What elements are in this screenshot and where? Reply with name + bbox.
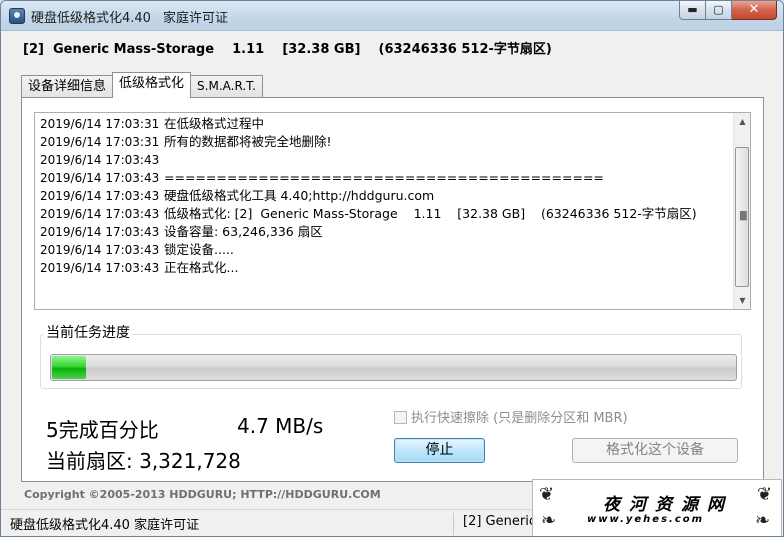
title-bar[interactable]: 硬盘低级格式化4.40 家庭许可证 ▬ ▢ ✕: [1, 1, 783, 31]
close-button[interactable]: ✕: [732, 1, 777, 20]
log-timestamp: 2019/6/14 17:03:43: [40, 207, 160, 221]
log-line: 2019/6/14 17:03:31 所有的数据都将被完全地删除!: [40, 133, 697, 151]
transfer-speed: 4.7 MB/s: [237, 414, 324, 438]
tab-device-details[interactable]: 设备详细信息: [21, 75, 114, 98]
maximize-icon: ▢: [713, 3, 724, 16]
tab-low-level-format[interactable]: 低级格式化: [112, 72, 192, 98]
log-message: 所有的数据都将被完全地删除!: [164, 134, 332, 149]
stop-button[interactable]: 停止: [394, 438, 485, 463]
watermark-overlay: ❦ ❦ ❧ ❧ 夜河资源网 www.yehes.com: [532, 479, 782, 536]
log-timestamp: 2019/6/14 17:03:43: [40, 243, 160, 257]
window-title-app: 硬盘低级格式化4.40: [31, 11, 151, 26]
current-sector: 当前扇区: 3,321,728: [46, 449, 241, 473]
device-info-header: [2] Generic Mass-Storage 1.11 [32.38 GB]…: [23, 42, 552, 57]
log-line: 2019/6/14 17:03:43 正在格式化...: [40, 259, 697, 277]
quick-wipe-label: 执行快速擦除 (只是删除分区和 MBR): [411, 411, 628, 426]
status-divider: [453, 513, 454, 535]
log-line: 2019/6/14 17:03:43 ======================…: [40, 169, 697, 187]
log-message: 设备容量: 63,246,336 扇区: [164, 224, 323, 239]
log-line: 2019/6/14 17:03:43 低级格式化: [2] Generic Mas…: [40, 205, 697, 223]
log-message: 正在格式化...: [164, 260, 239, 275]
ornament-right-bottom-icon: ❧: [755, 510, 771, 531]
minimize-icon: ▬: [687, 3, 698, 16]
ornament-right-top-icon: ❦: [757, 484, 773, 505]
log-message: 在低级格式过程中: [164, 116, 265, 131]
log-timestamp: 2019/6/14 17:03:43: [40, 189, 160, 203]
progress-fill: [52, 356, 87, 379]
scroll-thumb[interactable]: ▬ ▬ ▬: [735, 147, 749, 287]
tab-strip: 设备详细信息 低级格式化 S.M.A.R.T.: [21, 72, 263, 98]
percent-complete: 5完成百分比: [46, 418, 159, 442]
window-title-license: 家庭许可证: [162, 11, 228, 26]
log-line: 2019/6/14 17:03:43 锁定设备.....: [40, 241, 697, 259]
log-message: 低级格式化: [2] Generic Mass-Storage 1.11 [32…: [164, 206, 697, 221]
log-timestamp: 2019/6/14 17:03:43: [40, 225, 160, 239]
minimize-button[interactable]: ▬: [679, 1, 706, 20]
log-line: 2019/6/14 17:03:43 硬盘低级格式化工具 4.40;http://…: [40, 187, 697, 205]
scroll-grip-icon: ▬ ▬ ▬: [739, 208, 748, 224]
log-timestamp: 2019/6/14 17:03:43: [40, 171, 160, 185]
window-title: 硬盘低级格式化4.40 家庭许可证: [31, 7, 228, 26]
hdd-app-icon: [9, 8, 25, 24]
log-line: 2019/6/14 17:03:31 在低级格式过程中: [40, 115, 697, 133]
log-line: 2019/6/14 17:03:43: [40, 151, 697, 169]
ornament-left-top-icon: ❦: [539, 484, 555, 505]
copyright-text: Copyright ©2005-2013 HDDGURU; HTTP://HDD…: [24, 488, 381, 501]
app-window: 硬盘低级格式化4.40 家庭许可证 ▬ ▢ ✕ [2] Generic Mass-…: [0, 0, 784, 537]
status-app-license: 硬盘低级格式化4.40 家庭许可证: [10, 518, 200, 533]
close-icon: ✕: [748, 2, 760, 17]
log-message: 硬盘低级格式化工具 4.40;http://hddguru.com: [164, 188, 435, 203]
window-controls: ▬ ▢ ✕: [679, 1, 777, 21]
format-progress-bar: [50, 354, 737, 381]
scroll-up-arrow-icon[interactable]: ▲: [734, 113, 751, 130]
scroll-down-arrow-icon[interactable]: ▼: [734, 292, 751, 309]
watermark-title: 夜河资源网: [603, 495, 733, 515]
watermark-url: www.yehes.com: [587, 514, 705, 525]
log-scrollbar[interactable]: ▲ ▬ ▬ ▬ ▼: [733, 113, 750, 309]
format-device-button[interactable]: 格式化这个设备: [572, 438, 738, 463]
tab-smart[interactable]: S.M.A.R.T.: [190, 75, 263, 98]
ornament-left-bottom-icon: ❧: [541, 510, 557, 531]
quick-wipe-checkbox[interactable]: [394, 411, 407, 424]
progress-group-label: 当前任务进度: [44, 322, 132, 342]
log-list[interactable]: 2019/6/14 17:03:31 在低级格式过程中 2019/6/14 17:…: [34, 112, 751, 310]
log-timestamp: 2019/6/14 17:03:43: [40, 261, 160, 275]
quick-wipe-option: 执行快速擦除 (只是删除分区和 MBR): [394, 407, 628, 426]
maximize-button[interactable]: ▢: [706, 1, 732, 20]
log-line: 2019/6/14 17:03:43 设备容量: 63,246,336 扇区: [40, 223, 697, 241]
log-timestamp: 2019/6/14 17:03:43: [40, 153, 160, 167]
log-timestamp: 2019/6/14 17:03:31: [40, 135, 160, 149]
low-level-format-panel: 2019/6/14 17:03:31 在低级格式过程中 2019/6/14 17:…: [21, 97, 764, 482]
log-lines: 2019/6/14 17:03:31 在低级格式过程中 2019/6/14 17:…: [40, 115, 697, 277]
log-message: ========================================…: [164, 170, 604, 185]
log-message: 锁定设备.....: [164, 242, 234, 257]
log-timestamp: 2019/6/14 17:03:31: [40, 117, 160, 131]
